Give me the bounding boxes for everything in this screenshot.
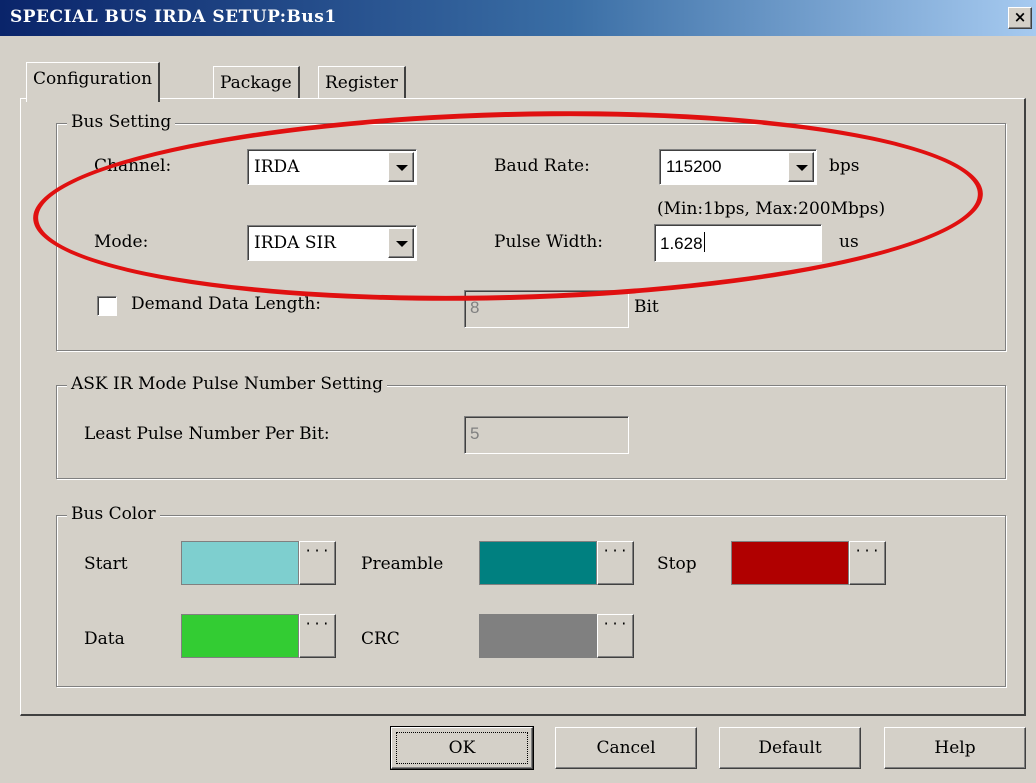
- bus-setting-group: Bus Setting Channel: IRDA Baud Rate: 115…: [56, 112, 1006, 351]
- close-icon: ×: [1013, 8, 1027, 26]
- ellipsis-icon[interactable]: ···: [597, 541, 634, 585]
- mode-label: Mode:: [94, 232, 149, 252]
- chevron-down-icon[interactable]: [388, 152, 414, 182]
- stop-color-picker[interactable]: ···: [731, 541, 886, 585]
- start-color-swatch: [181, 541, 299, 585]
- demand-data-length-checkbox[interactable]: [97, 296, 117, 316]
- tab-register[interactable]: Register: [318, 66, 406, 100]
- tab-label: Register: [325, 73, 398, 93]
- help-button[interactable]: Help: [884, 727, 1026, 769]
- least-pulse-value: 5: [470, 424, 480, 443]
- baud-rate-label: Baud Rate:: [494, 156, 590, 176]
- least-pulse-label: Least Pulse Number Per Bit:: [84, 424, 330, 444]
- demand-data-length-input[interactable]: 8: [464, 290, 629, 328]
- tab-label: Package: [220, 73, 292, 93]
- data-color-picker[interactable]: ···: [181, 614, 336, 658]
- data-color-label: Data: [84, 629, 125, 649]
- bus-color-group: Bus Color Start ··· Preamble ··· Stop ··…: [56, 504, 1006, 687]
- demand-data-length-value: 8: [470, 298, 480, 317]
- ellipsis-icon[interactable]: ···: [299, 541, 336, 585]
- tab-configuration[interactable]: Configuration: [26, 62, 161, 102]
- mode-value: IRDA SIR: [254, 233, 336, 253]
- ask-ir-group: ASK IR Mode Pulse Number Setting Least P…: [56, 374, 1006, 479]
- preamble-color-swatch: [479, 541, 597, 585]
- baud-rate-value: 115200: [666, 157, 722, 176]
- pulse-width-input[interactable]: 1.628: [654, 224, 822, 262]
- configuration-panel: Bus Setting Channel: IRDA Baud Rate: 115…: [20, 98, 1026, 716]
- pulse-width-label: Pulse Width:: [494, 232, 604, 252]
- demand-data-length-label: Demand Data Length:: [131, 294, 322, 314]
- stop-color-swatch: [731, 541, 849, 585]
- chevron-down-icon[interactable]: [788, 152, 814, 182]
- bus-setting-label: Bus Setting: [67, 112, 176, 132]
- channel-value: IRDA: [254, 157, 300, 177]
- ask-ir-label: ASK IR Mode Pulse Number Setting: [67, 374, 388, 394]
- baud-rate-unit: bps: [829, 156, 860, 176]
- window-title: SPECIAL BUS IRDA SETUP:Bus1: [10, 7, 337, 27]
- pulse-width-value: 1.628: [660, 234, 703, 253]
- tab-label: Configuration: [33, 69, 153, 89]
- start-color-label: Start: [84, 554, 128, 574]
- ellipsis-icon[interactable]: ···: [849, 541, 886, 585]
- data-color-swatch: [181, 614, 299, 658]
- default-button[interactable]: Default: [719, 727, 861, 769]
- preamble-color-picker[interactable]: ···: [479, 541, 634, 585]
- chevron-down-icon[interactable]: [388, 228, 414, 258]
- pulse-width-unit: us: [839, 232, 859, 252]
- focus-rect: [396, 732, 528, 764]
- bus-color-label: Bus Color: [67, 504, 160, 524]
- crc-color-swatch: [479, 614, 597, 658]
- channel-label: Channel:: [94, 156, 172, 176]
- crc-color-picker[interactable]: ···: [479, 614, 634, 658]
- least-pulse-input[interactable]: 5: [464, 416, 629, 454]
- text-caret: [703, 232, 705, 252]
- help-label: Help: [934, 738, 976, 758]
- tab-package[interactable]: Package: [213, 66, 300, 100]
- cancel-button[interactable]: Cancel: [555, 727, 697, 769]
- ellipsis-icon[interactable]: ···: [299, 614, 336, 658]
- default-label: Default: [758, 738, 822, 758]
- baud-rate-select[interactable]: 115200: [659, 149, 817, 185]
- title-bar: SPECIAL BUS IRDA SETUP:Bus1 ×: [0, 0, 1036, 36]
- demand-data-length-unit: Bit: [634, 297, 659, 317]
- ellipsis-icon[interactable]: ···: [597, 614, 634, 658]
- cancel-label: Cancel: [596, 738, 656, 758]
- baud-rate-range: (Min:1bps, Max:200Mbps): [657, 199, 886, 219]
- start-color-picker[interactable]: ···: [181, 541, 336, 585]
- close-button[interactable]: ×: [1008, 7, 1032, 29]
- preamble-color-label: Preamble: [361, 554, 444, 574]
- ok-button[interactable]: OK: [390, 726, 534, 770]
- mode-select[interactable]: IRDA SIR: [247, 225, 417, 261]
- channel-select[interactable]: IRDA: [247, 149, 417, 185]
- stop-color-label: Stop: [657, 554, 697, 574]
- crc-color-label: CRC: [361, 629, 400, 649]
